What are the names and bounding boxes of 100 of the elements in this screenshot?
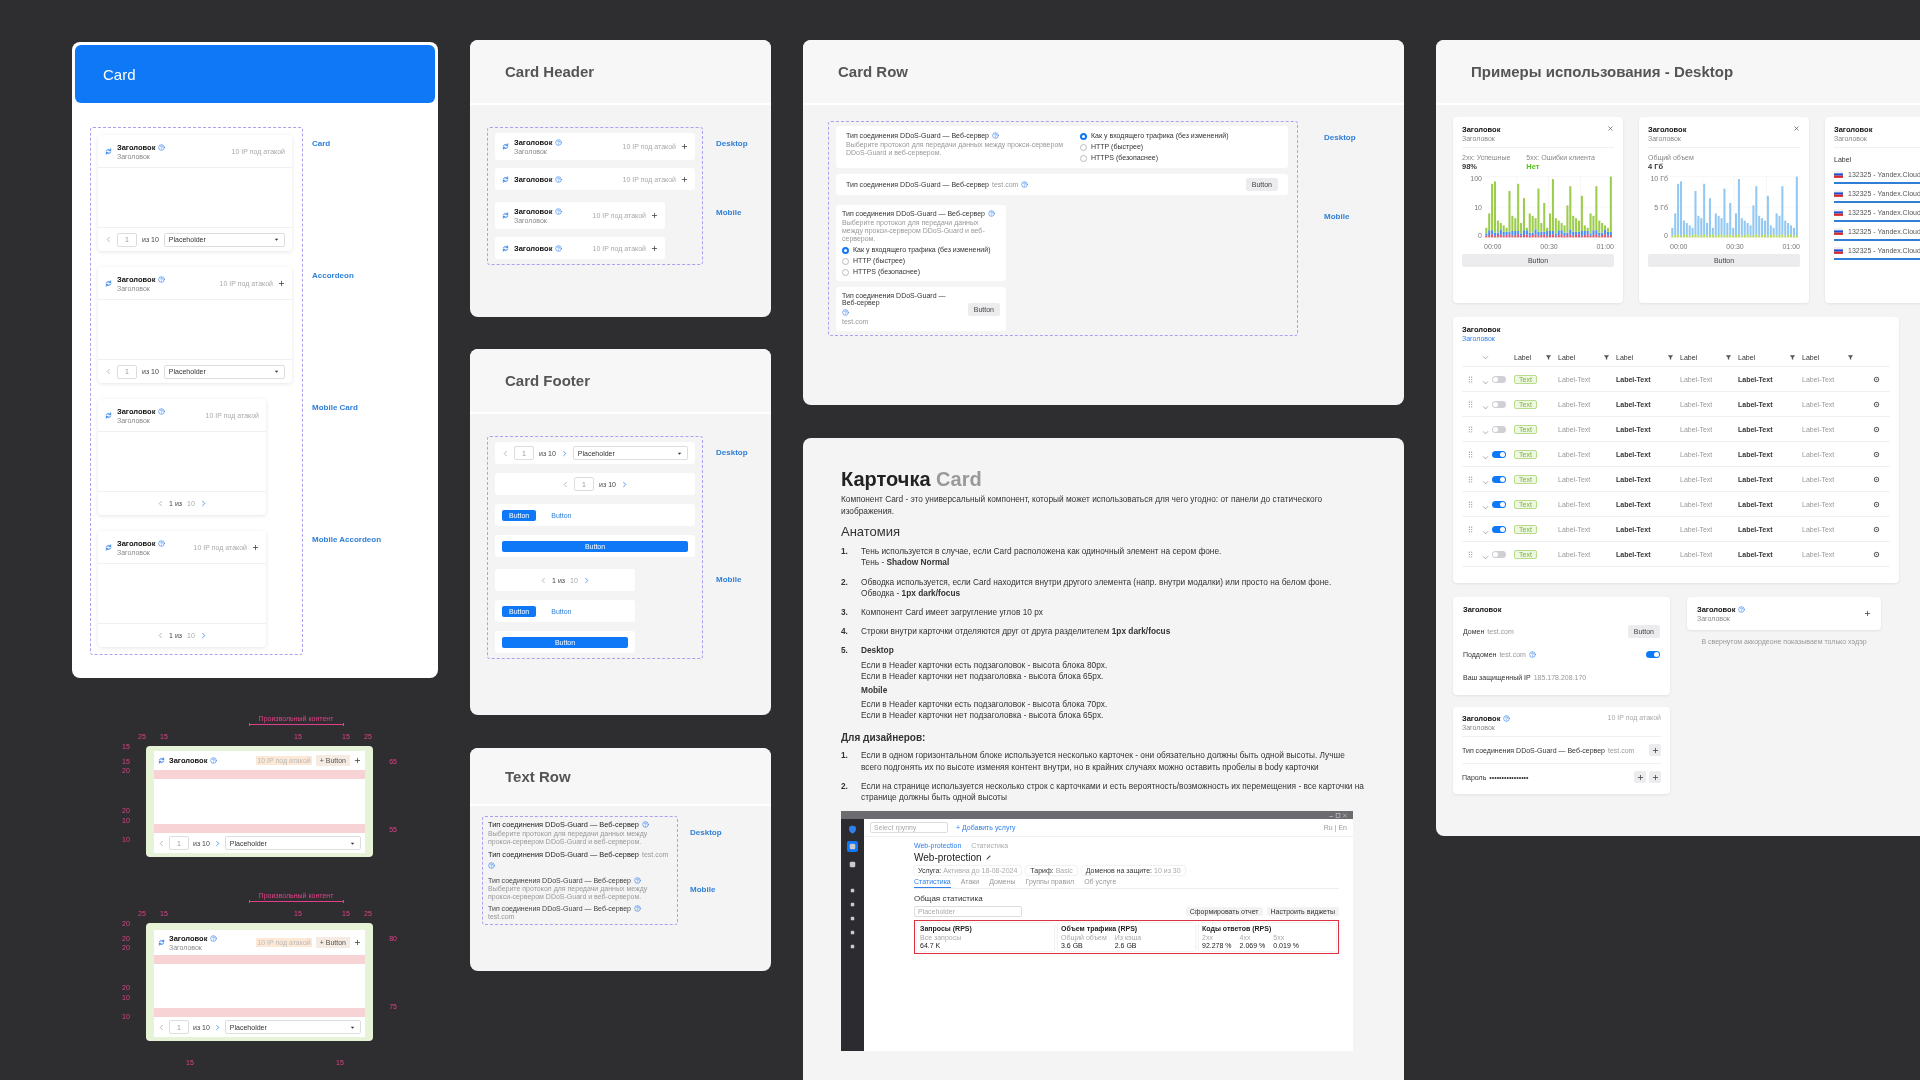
drag-handle-icon[interactable] (1467, 550, 1473, 558)
radio-button[interactable] (842, 258, 849, 266)
chevron-right-icon[interactable] (213, 839, 221, 847)
refresh-icon[interactable] (158, 939, 165, 946)
drag-handle-icon[interactable] (1467, 500, 1473, 508)
frame-title: Text Row (505, 767, 571, 785)
chevron-down-icon[interactable] (1481, 528, 1489, 536)
list-text: Тень используется в случае, если Card расположена как одиночный элемент на сером фоне. (861, 546, 1222, 558)
filter-icon[interactable] (1725, 353, 1732, 361)
section-heading: Для дизайнеров: (841, 732, 927, 744)
toggle-switch[interactable] (1492, 500, 1506, 508)
toggle-switch[interactable] (1492, 475, 1506, 483)
chevron-down-icon[interactable] (1481, 553, 1489, 561)
refresh-icon[interactable] (502, 175, 509, 183)
chevron-down-icon[interactable] (1481, 428, 1489, 436)
list-number: 2. (841, 780, 849, 793)
chevron-down-icon[interactable] (1481, 378, 1489, 386)
refresh-icon[interactable] (502, 212, 509, 219)
chevron-right-icon[interactable] (560, 449, 568, 457)
window-controls-icon[interactable] (1327, 812, 1349, 818)
radio-button[interactable] (842, 247, 849, 255)
plus-icon[interactable] (681, 143, 688, 150)
chevron-down-icon[interactable] (1481, 503, 1489, 511)
chevron-left-icon[interactable] (105, 236, 112, 243)
drag-handle-icon[interactable] (1467, 425, 1473, 433)
chevron-down-icon[interactable] (1481, 403, 1489, 411)
chevron-down-icon[interactable] (1481, 478, 1489, 486)
toggle-switch[interactable] (1646, 650, 1660, 658)
refresh-icon[interactable] (105, 279, 112, 287)
refresh-icon[interactable] (502, 143, 509, 150)
doc-title-accent: Card (936, 468, 982, 490)
chevron-down-icon[interactable] (1481, 453, 1489, 461)
toggle-switch[interactable] (1492, 425, 1506, 433)
chevron-right-icon[interactable] (199, 500, 207, 507)
plus-icon[interactable] (1864, 610, 1871, 617)
filter-icon[interactable] (1667, 353, 1674, 361)
radio-button[interactable] (1080, 144, 1087, 151)
drag-handle-icon[interactable] (1467, 525, 1473, 533)
gear-icon[interactable] (1873, 475, 1880, 483)
chevron-left-icon[interactable] (562, 480, 570, 488)
chevron-right-icon[interactable] (199, 632, 207, 639)
close-icon[interactable] (1793, 125, 1800, 132)
radio-button[interactable] (842, 269, 849, 277)
filter-icon[interactable] (1603, 353, 1610, 361)
chevron-left-icon[interactable] (157, 632, 165, 639)
chevron-left-icon[interactable] (158, 839, 165, 847)
chevron-left-icon[interactable] (157, 500, 165, 507)
refresh-icon[interactable] (105, 543, 112, 551)
list-text: Если в Header карточки есть подзаголовок - высота блока 70px. (861, 699, 1108, 711)
toggle-switch[interactable] (1492, 375, 1506, 383)
drag-handle-icon[interactable] (1467, 375, 1473, 383)
refresh-icon[interactable] (502, 244, 509, 252)
list-text: Компонент Card имеет загругление углов 10 px (861, 606, 1043, 619)
chevron-left-icon[interactable] (540, 576, 548, 584)
chevron-down-icon[interactable] (1481, 353, 1489, 361)
toggle-switch[interactable] (1492, 550, 1506, 558)
close-icon[interactable] (1607, 125, 1614, 132)
plus-icon[interactable] (278, 279, 285, 287)
plus-icon[interactable] (651, 244, 658, 252)
chevron-right-icon[interactable] (582, 576, 590, 584)
caret-icon[interactable] (273, 236, 280, 243)
gear-icon[interactable] (1873, 450, 1880, 458)
drag-handle-icon[interactable] (1467, 400, 1473, 408)
gear-icon[interactable] (1873, 500, 1880, 508)
chevron-right-icon[interactable] (620, 480, 628, 488)
plus-icon[interactable] (354, 939, 361, 946)
variant-label: Accordeon (312, 270, 355, 282)
gear-icon[interactable] (1873, 525, 1880, 533)
plus-icon[interactable] (651, 212, 658, 219)
sidebar-icon[interactable] (847, 841, 858, 853)
pencil-icon[interactable] (984, 854, 992, 862)
gear-icon[interactable] (1873, 425, 1880, 433)
chevron-left-icon[interactable] (105, 368, 112, 375)
gear-icon[interactable] (1873, 550, 1880, 558)
chevron-left-icon[interactable] (502, 449, 509, 457)
toggle-switch[interactable] (1492, 450, 1506, 458)
toggle-switch[interactable] (1492, 400, 1506, 408)
toggle-switch[interactable] (1492, 525, 1506, 533)
chevron-right-icon[interactable] (213, 1023, 221, 1031)
doc-title: Карточка (841, 468, 931, 490)
caret-icon[interactable] (273, 368, 280, 375)
drag-handle-icon[interactable] (1467, 475, 1473, 483)
radio-button[interactable] (1080, 155, 1087, 162)
filter-icon[interactable] (1789, 353, 1796, 361)
gear-icon[interactable] (1873, 375, 1880, 383)
drag-handle-icon[interactable] (1467, 450, 1473, 458)
plus-icon[interactable] (252, 543, 259, 551)
filter-icon[interactable] (1545, 353, 1552, 361)
refresh-icon[interactable] (105, 411, 112, 419)
plus-icon[interactable] (354, 757, 361, 764)
refresh-icon[interactable] (105, 147, 112, 155)
shield-icon (848, 825, 857, 835)
gear-icon[interactable] (1873, 400, 1880, 408)
plus-icon[interactable] (681, 175, 688, 183)
chevron-left-icon[interactable] (158, 1023, 165, 1031)
refresh-icon[interactable] (158, 757, 165, 764)
list-text: Если в одном горизонтальном блоке используется несколько карточек - они обязательно должны быть одной высоты. Лучше всего подгонять их по высоте изменяя контент внутри, но в крайних случаях можно оставить пробелы в body карточки (861, 750, 1346, 773)
frame-title: Card Row (838, 63, 908, 80)
filter-icon[interactable] (1847, 353, 1854, 361)
radio-button[interactable] (1080, 133, 1087, 140)
